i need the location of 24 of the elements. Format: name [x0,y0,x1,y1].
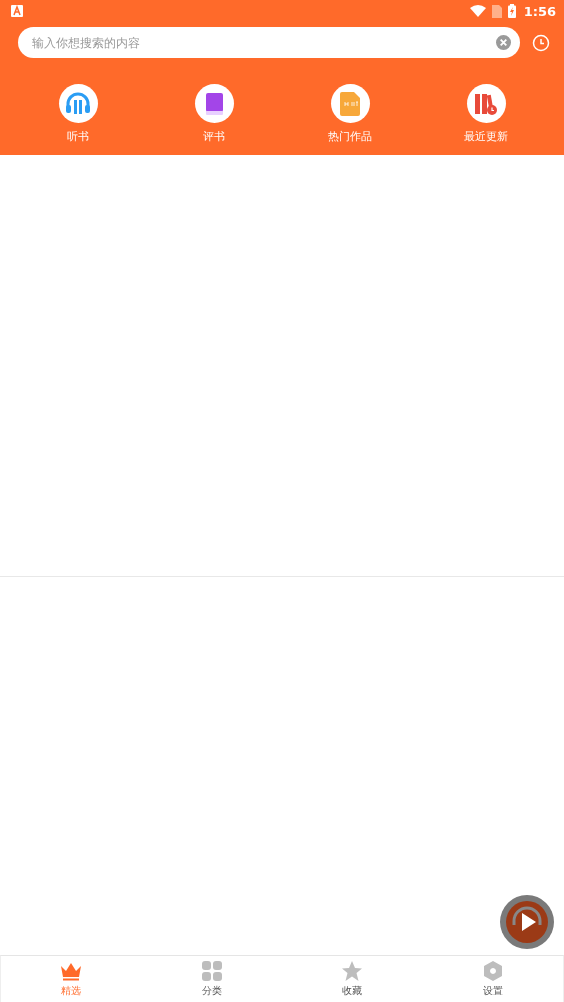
nav-tab[interactable]: 分类 [141,956,282,1002]
battery-icon [507,4,516,18]
bookshelf-icon[interactable] [466,84,506,123]
headphones-icon[interactable] [58,84,98,123]
no-sim-icon [491,4,502,18]
nav-tab[interactable]: 收藏 [282,956,423,1002]
hot-document-icon[interactable] [330,84,370,123]
grid-icon [200,960,223,982]
star-icon [341,960,364,982]
wifi-icon [469,5,486,17]
search-field[interactable]: 输入你想搜索的内容 [18,27,520,58]
nav-tab[interactable]: 设置 [422,956,563,1002]
status-time: 1:56 [523,3,556,19]
nav-tab[interactable]: 精选 [1,956,142,1002]
hexagon-icon [481,960,504,982]
category-label[interactable]: 最近更新 [464,129,508,144]
category-label[interactable]: 听书 [67,129,89,144]
category-label[interactable]: 热门作品 [328,129,372,144]
app-notification-icon [11,5,23,17]
category-label[interactable]: 评书 [203,129,225,144]
clear-icon[interactable] [496,35,511,50]
history-icon[interactable] [532,33,550,52]
player-button[interactable] [500,895,554,949]
book-icon[interactable] [194,84,234,123]
